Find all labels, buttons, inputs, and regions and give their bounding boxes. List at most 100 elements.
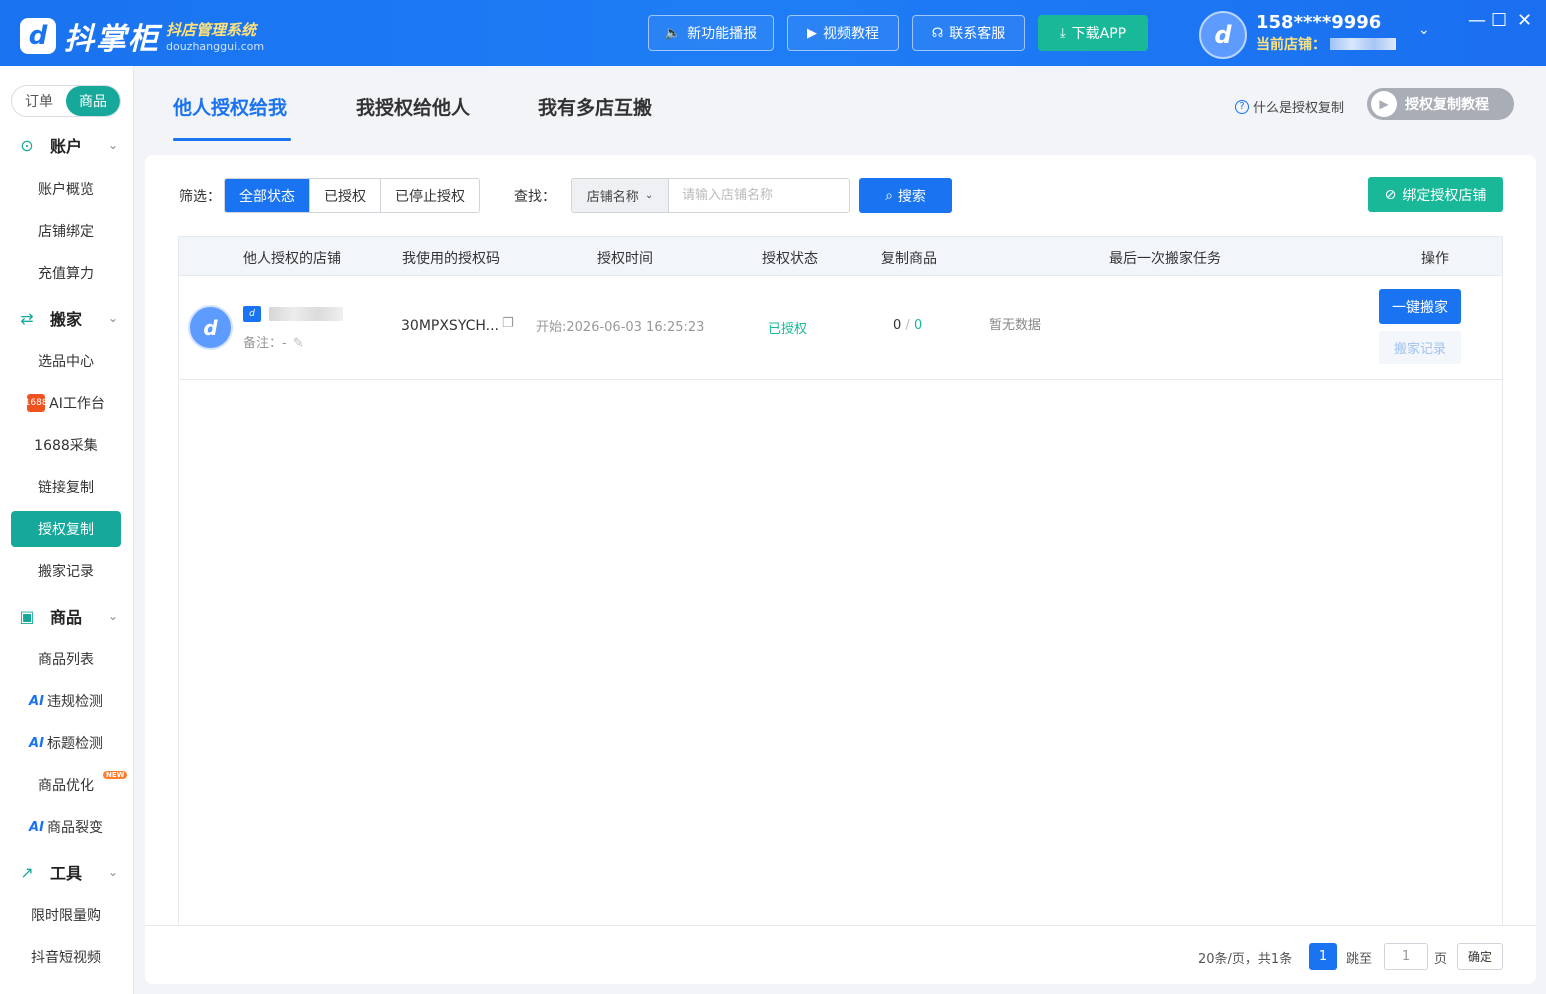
shop-logo-icon: d bbox=[243, 306, 261, 322]
app-logo: d 抖掌柜 抖店管理系统 douzhanggui.com bbox=[20, 14, 264, 58]
sidebar-item-migrate-records[interactable]: 搬家记录 bbox=[11, 553, 121, 589]
sidebar-item-ai-workbench[interactable]: 1688 AI工作台 bbox=[11, 385, 121, 421]
sidebar-item-douyin-video[interactable]: 抖音短视频 bbox=[11, 939, 121, 975]
sidebar-item-title-check[interactable]: AI 标题检测 bbox=[11, 725, 121, 761]
chevron-down-icon: ⌄ bbox=[108, 138, 119, 152]
current-shop: 当前店铺： bbox=[1256, 34, 1396, 54]
page-number[interactable]: 1 bbox=[1309, 943, 1337, 970]
col-auth-time: 授权时间 bbox=[597, 251, 653, 267]
auth-table: 他人授权的店铺 我使用的授权码 授权时间 授权状态 复制商品 最后一次搬家任务 … bbox=[178, 236, 1503, 926]
app-subtitle: 抖店管理系统 bbox=[166, 21, 257, 39]
filter-all[interactable]: 全部状态 bbox=[225, 179, 310, 212]
sidebar-item-1688-collect[interactable]: 1688采集 bbox=[11, 427, 121, 463]
search-button[interactable]: ⌕ 搜索 bbox=[859, 178, 952, 213]
logo-mark-icon: d bbox=[20, 18, 56, 54]
copied-count: 0 / 0 bbox=[893, 318, 923, 333]
sidebar-item-shop-binding[interactable]: 店铺绑定 bbox=[11, 213, 121, 249]
table-header: 他人授权的店铺 我使用的授权码 授权时间 授权状态 复制商品 最后一次搬家任务 … bbox=[179, 237, 1502, 276]
link-icon: ⊘ bbox=[1384, 186, 1397, 203]
section-products[interactable]: ▣ 商品 ⌄ bbox=[0, 601, 134, 631]
auth-code: 30MPXSYCH... bbox=[401, 318, 500, 334]
mode-switch[interactable]: 订单 商品 bbox=[11, 85, 121, 117]
page-unit: 页 bbox=[1434, 952, 1448, 967]
tab-multi-shop-migrate[interactable]: 我有多店互搬 bbox=[538, 93, 652, 120]
tab-authorized-to-others[interactable]: 我授权给他人 bbox=[356, 93, 470, 120]
copy-icon[interactable]: ❐ bbox=[502, 316, 514, 331]
active-tab-indicator bbox=[173, 138, 291, 141]
jump-page-input[interactable] bbox=[1384, 943, 1428, 970]
video-tutorial-button[interactable]: ▶ 视频教程 bbox=[787, 15, 899, 51]
search-icon: ⌕ bbox=[885, 187, 893, 204]
col-actions: 操作 bbox=[1421, 251, 1449, 267]
contact-support-button[interactable]: ☊ 联系客服 bbox=[912, 15, 1025, 51]
help-link[interactable]: ? 什么是授权复制 bbox=[1235, 97, 1344, 116]
new-badge: NEW bbox=[103, 771, 128, 779]
shop-name-redacted bbox=[269, 307, 343, 321]
sidebar-item-selection-center[interactable]: 选品中心 bbox=[11, 343, 121, 379]
account-icon: ⊙ bbox=[20, 135, 34, 155]
minimize-icon[interactable]: — bbox=[1468, 10, 1486, 31]
migrate-records-button[interactable]: 搬家记录 bbox=[1379, 331, 1461, 364]
feature-broadcast-button[interactable]: 🔈 新功能播报 bbox=[648, 15, 774, 51]
sidebar-item-auth-copy[interactable]: 授权复制 bbox=[11, 511, 121, 547]
tutorial-button[interactable]: ▶ 授权复制教程 bbox=[1367, 88, 1514, 120]
maximize-icon[interactable]: ☐ bbox=[1491, 10, 1507, 31]
sidebar-item-product-optimize[interactable]: 商品优化 NEW bbox=[11, 767, 128, 803]
chevron-down-icon[interactable]: ⌄ bbox=[1418, 22, 1430, 38]
filter-authorized[interactable]: 已授权 bbox=[310, 179, 381, 212]
speaker-icon: 🔈 bbox=[664, 25, 682, 41]
chevron-down-icon: ⌄ bbox=[108, 609, 119, 623]
app-domain: douzhanggui.com bbox=[166, 40, 265, 53]
filter-stopped[interactable]: 已停止授权 bbox=[381, 179, 479, 212]
sidebar: 订单 商品 ⊙ 账户 ⌄ 账户概览 店铺绑定 充值算力 ⇄ 搬家 ⌄ 选品中心 … bbox=[0, 66, 134, 994]
sidebar-item-product-list[interactable]: 商品列表 bbox=[11, 641, 121, 677]
headset-icon: ☊ bbox=[931, 25, 944, 41]
sidebar-item-recharge[interactable]: 充值算力 bbox=[11, 255, 121, 291]
app-name: 抖掌柜 bbox=[64, 22, 160, 57]
col-auth-code: 我使用的授权码 bbox=[402, 251, 500, 267]
page-summary: 20条/页，共1条 bbox=[1198, 952, 1293, 967]
migrate-icon: ⇄ bbox=[20, 308, 34, 328]
sidebar-item-violation-check[interactable]: AI 违规检测 bbox=[11, 683, 121, 719]
section-account[interactable]: ⊙ 账户 ⌄ bbox=[0, 130, 134, 160]
ai-icon: AI bbox=[29, 735, 44, 751]
chart-line-icon: ↗ bbox=[20, 862, 34, 882]
col-shop: 他人授权的店铺 bbox=[243, 251, 341, 267]
title-bar: d 抖掌柜 抖店管理系统 douzhanggui.com 🔈 新功能播报 ▶ 视… bbox=[0, 0, 1546, 66]
status-filter: 全部状态 已授权 已停止授权 bbox=[224, 178, 480, 213]
status-badge: 已授权 bbox=[768, 322, 808, 337]
jump-label: 跳至 bbox=[1346, 952, 1373, 967]
close-icon[interactable]: ✕ bbox=[1517, 10, 1532, 31]
download-icon: ⤓ bbox=[1059, 25, 1066, 41]
bind-auth-shop-button[interactable]: ⊘ 绑定授权店铺 bbox=[1368, 177, 1503, 212]
video-icon: ▶ bbox=[807, 25, 817, 41]
chevron-down-icon: ⌄ bbox=[108, 311, 119, 325]
search-input[interactable] bbox=[668, 178, 850, 213]
download-app-button[interactable]: ⤓ 下载APP bbox=[1038, 15, 1148, 51]
question-icon: ? bbox=[1235, 99, 1249, 114]
shop-note: 备注：- ✎ bbox=[243, 336, 304, 351]
user-avatar[interactable]: d bbox=[1199, 11, 1247, 59]
chevron-down-icon: ⌄ bbox=[644, 190, 654, 201]
1688-icon: 1688 bbox=[25, 394, 48, 412]
chevron-down-icon: ⌄ bbox=[108, 865, 119, 879]
col-last-task: 最后一次搬家任务 bbox=[1109, 251, 1221, 267]
tab-authorized-to-me[interactable]: 他人授权给我 bbox=[173, 93, 287, 120]
sidebar-item-account-overview[interactable]: 账户概览 bbox=[11, 171, 121, 207]
store-icon: ▣ bbox=[19, 606, 35, 626]
section-tools[interactable]: ↗ 工具 ⌄ bbox=[0, 857, 134, 887]
tab-bar: 他人授权给我 我授权给他人 我有多店互搬 ? 什么是授权复制 ▶ 授权复制教程 bbox=[134, 66, 1546, 144]
sidebar-item-product-fission[interactable]: AI 商品裂变 bbox=[11, 809, 121, 845]
switch-products[interactable]: 商品 bbox=[66, 86, 120, 116]
sidebar-item-flash-sale[interactable]: 限时限量购 bbox=[11, 897, 121, 933]
one-click-migrate-button[interactable]: 一键搬家 bbox=[1379, 289, 1461, 324]
search-field-select[interactable]: 店铺名称 ⌄ bbox=[571, 178, 669, 213]
sidebar-item-link-copy[interactable]: 链接复制 bbox=[11, 469, 121, 505]
edit-icon[interactable]: ✎ bbox=[293, 336, 304, 351]
filter-label: 筛选： bbox=[179, 189, 221, 205]
pagination: 20条/页，共1条 1 跳至 页 确定 bbox=[145, 925, 1536, 984]
section-migrate[interactable]: ⇄ 搬家 ⌄ bbox=[0, 303, 134, 333]
confirm-button[interactable]: 确定 bbox=[1457, 943, 1503, 970]
switch-orders[interactable]: 订单 bbox=[12, 86, 66, 116]
play-icon: ▶ bbox=[1371, 91, 1397, 117]
